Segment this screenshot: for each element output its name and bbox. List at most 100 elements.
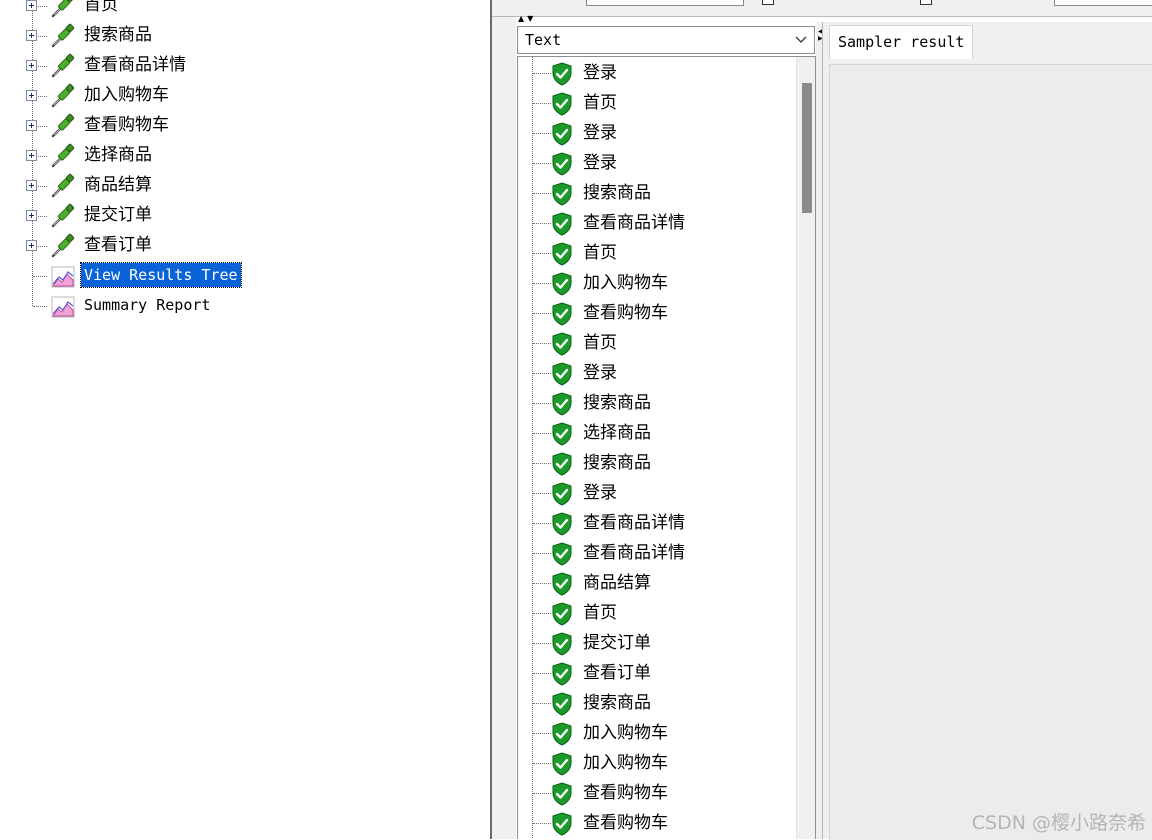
sampler-result-content [829,64,1152,840]
result-item-label: 查看商品详情 [583,213,685,233]
tree-connector [533,613,551,614]
plus-icon[interactable] [26,150,37,161]
result-item[interactable]: 查看商品详情 [518,538,793,568]
result-item-label: 登录 [583,63,617,83]
result-item-label: 查看订单 [583,663,651,683]
option-checkbox[interactable] [762,0,774,5]
filter-field[interactable] [1054,0,1152,6]
plus-icon[interactable] [26,240,37,251]
tree-connector [533,223,551,224]
shield-check-icon [551,662,573,686]
shield-check-icon [551,602,573,626]
result-item[interactable]: 搜索商品 [518,178,793,208]
renderer-dropdown[interactable]: Text [517,26,815,54]
plus-icon[interactable] [26,60,37,71]
result-item[interactable]: 商品结算 [518,568,793,598]
result-item[interactable]: 搜索商品 [518,448,793,478]
result-item-label: 首页 [583,603,617,623]
result-item-label: 登录 [583,483,617,503]
shield-check-icon [551,512,573,536]
shield-check-icon [551,332,573,356]
result-item[interactable]: 首页 [518,238,793,268]
plus-icon[interactable] [26,210,37,221]
result-item[interactable]: 加入购物车 [518,748,793,778]
plus-icon[interactable] [26,180,37,191]
tab-sampler-result[interactable]: Sampler result [829,25,974,59]
pipette-icon [49,173,77,199]
sampler-node[interactable]: 查看购物车 [0,111,490,141]
pipette-icon [49,143,77,169]
result-item[interactable]: 登录 [518,358,793,388]
result-item[interactable]: 选择商品 [518,418,793,448]
result-item-label: 搜索商品 [583,453,651,473]
tree-connector [533,163,551,164]
graph-icon [50,265,76,289]
plus-icon[interactable] [26,0,37,11]
result-item[interactable]: 查看购物车 [518,778,793,808]
tree-connector [533,403,551,404]
sampler-node[interactable]: 搜索商品 [0,21,490,51]
tree-connector [533,343,551,344]
tree-connector [533,433,551,434]
result-item[interactable]: 查看购物车 [518,808,793,838]
result-item[interactable]: 查看购物车 [518,298,793,328]
sampler-node-label: 查看购物车 [84,115,169,135]
tree-connector [533,583,551,584]
tree-connector [533,73,551,74]
shield-check-icon [551,302,573,326]
tree-connector [533,733,551,734]
result-item[interactable]: 登录 [518,478,793,508]
sampler-node[interactable]: 查看商品详情 [0,51,490,81]
result-item[interactable]: 加入购物车 [518,268,793,298]
pipette-icon [49,113,77,139]
shield-check-icon [551,212,573,236]
result-item-label: 登录 [583,123,617,143]
option-checkbox-2[interactable] [920,0,932,5]
shield-check-icon [551,542,573,566]
sampler-node[interactable]: 选择商品 [0,141,490,171]
plus-icon[interactable] [26,30,37,41]
result-item[interactable]: 登录 [518,148,793,178]
divider-collapse-arrows[interactable]: ▲▼ [518,14,548,24]
sampler-node[interactable]: 首页 [0,0,490,21]
tree-connector [533,493,551,494]
sampler-node[interactable]: 提交订单 [0,201,490,231]
result-item[interactable]: 首页 [518,328,793,358]
pipette-icon [49,53,77,79]
result-item[interactable]: 登录 [518,118,793,148]
result-item[interactable]: 查看商品详情 [518,208,793,238]
result-item[interactable]: 查看商品详情 [518,508,793,538]
tree-connector [533,823,551,824]
shield-check-icon [551,482,573,506]
plus-icon[interactable] [26,90,37,101]
result-item[interactable]: 首页 [518,598,793,628]
result-item-label: 查看商品详情 [583,543,685,563]
result-item-label: 加入购物车 [583,273,668,293]
result-item[interactable]: 提交订单 [518,628,793,658]
shield-check-icon [551,572,573,596]
sampler-node[interactable]: 加入购物车 [0,81,490,111]
result-item[interactable]: 加入购物车 [518,718,793,748]
shield-check-icon [551,362,573,386]
tree-connector [533,703,551,704]
listener-node[interactable]: Summary Report [0,291,490,321]
search-field[interactable] [586,0,744,6]
shield-check-icon [551,812,573,836]
result-item[interactable]: 搜索商品 [518,688,793,718]
shield-check-icon [551,452,573,476]
tree-connector [533,673,551,674]
plus-icon[interactable] [26,120,37,131]
results-toolbar [492,0,1152,17]
scrollbar-thumb[interactable] [802,83,812,213]
result-item[interactable]: 搜索商品 [518,388,793,418]
sampler-node[interactable]: 查看订单 [0,231,490,261]
result-item[interactable]: 首页 [518,88,793,118]
tree-connector [533,553,551,554]
listener-node[interactable]: View Results Tree [0,261,490,291]
result-item[interactable]: 查看订单 [518,658,793,688]
sampler-node-label: 提交订单 [84,205,152,225]
sampler-node[interactable]: 商品结算 [0,171,490,201]
result-item[interactable]: 登录 [518,58,793,88]
results-scrollbar[interactable] [796,57,815,839]
shield-check-icon [551,272,573,296]
